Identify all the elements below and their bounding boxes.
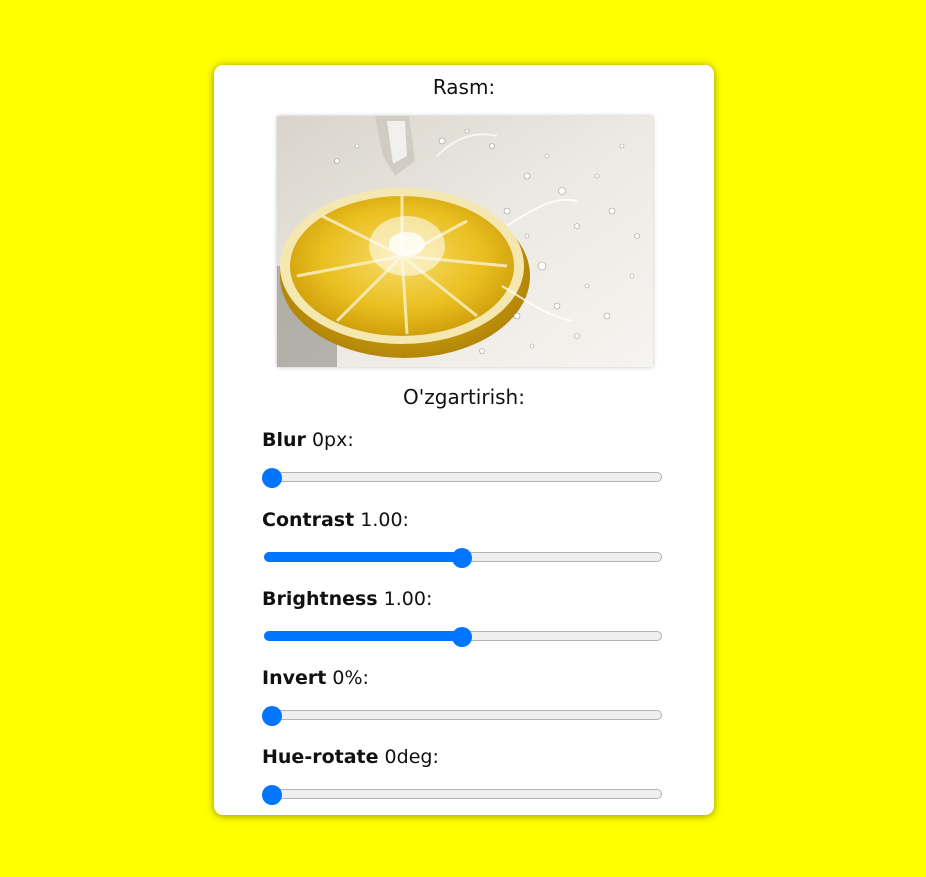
slider-thumb[interactable] (262, 706, 282, 726)
brightness-label: Brightness 1.00: (262, 588, 662, 610)
slider-thumb[interactable] (452, 548, 472, 568)
brightness-value: 1.00: (383, 588, 433, 610)
invert-control: Invert 0%: (262, 667, 662, 726)
hue-rotate-slider[interactable] (262, 785, 662, 805)
contrast-label: Contrast 1.00: (262, 509, 662, 531)
hue-rotate-label: Hue-rotate 0deg: (262, 746, 662, 768)
brightness-slider[interactable] (262, 627, 662, 647)
blur-label: Blur 0px: (262, 429, 662, 451)
blur-value: 0px: (311, 429, 354, 451)
invert-slider[interactable] (262, 706, 662, 726)
slider-fill (264, 552, 462, 562)
hue-rotate-value: 0deg: (384, 746, 439, 768)
contrast-name: Contrast (262, 509, 355, 531)
slider-fill (264, 631, 462, 641)
contrast-control: Contrast 1.00: (262, 509, 662, 568)
filter-card: Rasm: O'zgartirish: Blur 0px: Contrast 1… (214, 65, 714, 815)
hue-rotate-control: Hue-rotate 0deg: (262, 746, 662, 805)
slider-track (264, 789, 662, 799)
brightness-control: Brightness 1.00: (262, 588, 662, 647)
controls-heading: O'zgartirish: (403, 385, 525, 409)
contrast-slider[interactable] (262, 548, 662, 568)
invert-value: 0%: (332, 667, 369, 689)
slider-thumb[interactable] (452, 627, 472, 647)
invert-label: Invert 0%: (262, 667, 662, 689)
blur-control: Blur 0px: (262, 429, 662, 488)
brightness-name: Brightness (262, 588, 378, 610)
slider-thumb[interactable] (262, 785, 282, 805)
slider-track (264, 472, 662, 482)
blur-name: Blur (262, 429, 306, 451)
slider-thumb[interactable] (262, 468, 282, 488)
hue-rotate-name: Hue-rotate (262, 746, 379, 768)
blur-slider[interactable] (262, 468, 662, 488)
lemon-splash-image (277, 116, 653, 367)
slider-track (264, 710, 662, 720)
lemon-photo (277, 116, 653, 367)
image-heading: Rasm: (432, 75, 496, 99)
invert-name: Invert (262, 667, 327, 689)
contrast-value: 1.00: (360, 509, 409, 531)
